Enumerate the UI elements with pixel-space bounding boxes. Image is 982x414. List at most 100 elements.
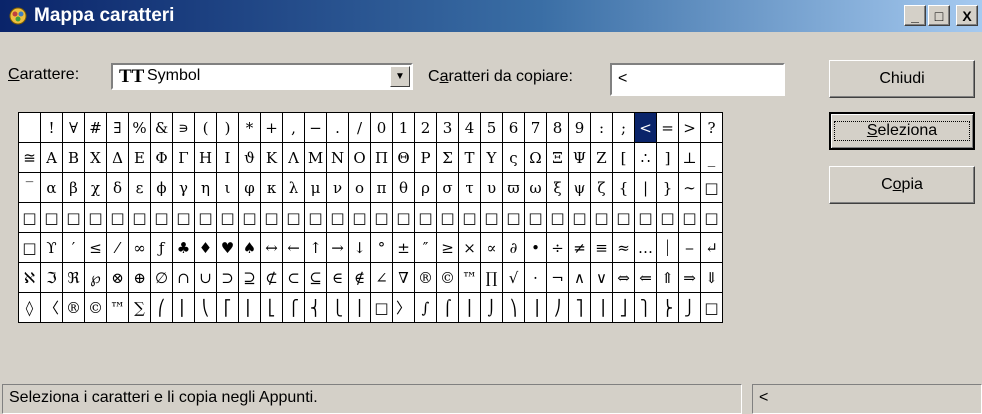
char-cell[interactable]: □: [283, 203, 305, 233]
char-cell[interactable]: λ: [283, 173, 305, 203]
char-cell[interactable]: _: [701, 143, 723, 173]
char-cell[interactable]: α: [41, 173, 63, 203]
char-cell[interactable]: ∧: [569, 263, 591, 293]
char-cell[interactable]: ζ: [591, 173, 613, 203]
char-cell[interactable]: ∩: [173, 263, 195, 293]
char-cell[interactable]: Κ: [261, 143, 283, 173]
char-cell[interactable]: □: [371, 293, 393, 323]
char-cell[interactable]: ‾: [19, 173, 41, 203]
char-cell[interactable]: ƒ: [151, 233, 173, 263]
char-cell[interactable]: 1: [393, 113, 415, 143]
char-cell[interactable]: ′: [63, 233, 85, 263]
char-cell[interactable]: ≤: [85, 233, 107, 263]
char-cell[interactable]: □: [701, 173, 723, 203]
char-cell[interactable]: τ: [459, 173, 481, 203]
char-cell[interactable]: ℑ: [41, 263, 63, 293]
char-cell[interactable]: 8: [547, 113, 569, 143]
char-cell[interactable]: ⌡: [481, 293, 503, 323]
char-cell[interactable]: □: [459, 203, 481, 233]
char-cell[interactable]: 9: [569, 113, 591, 143]
char-cell[interactable]: □: [657, 203, 679, 233]
char-cell[interactable]: {: [613, 173, 635, 203]
char-cell[interactable]: [19, 113, 41, 143]
char-cell[interactable]: □: [525, 203, 547, 233]
char-cell[interactable]: ⎩: [327, 293, 349, 323]
char-cell[interactable]: 6: [503, 113, 525, 143]
char-cell[interactable]: ⇒: [679, 263, 701, 293]
char-cell[interactable]: <: [635, 113, 657, 143]
char-cell[interactable]: ⎫: [635, 293, 657, 323]
char-cell[interactable]: √: [503, 263, 525, 293]
char-cell[interactable]: ♣: [173, 233, 195, 263]
char-cell[interactable]: σ: [437, 173, 459, 203]
char-cell[interactable]: ⁄: [107, 233, 129, 263]
char-cell[interactable]: □: [371, 203, 393, 233]
char-cell[interactable]: □: [239, 203, 261, 233]
char-cell[interactable]: ⎥: [591, 293, 613, 323]
char-cell[interactable]: ∍: [173, 113, 195, 143]
char-cell[interactable]: χ: [85, 173, 107, 203]
char-cell[interactable]: ϖ: [503, 173, 525, 203]
char-cell[interactable]: ⊃: [217, 263, 239, 293]
char-cell[interactable]: ≈: [613, 233, 635, 263]
char-cell[interactable]: ♦: [195, 233, 217, 263]
char-cell[interactable]: μ: [305, 173, 327, 203]
char-cell[interactable]: Τ: [459, 143, 481, 173]
char-cell[interactable]: (: [195, 113, 217, 143]
char-cell[interactable]: ρ: [415, 173, 437, 203]
char-cell[interactable]: □: [437, 203, 459, 233]
char-cell[interactable]: [: [613, 143, 635, 173]
char-cell[interactable]: ⎧: [283, 293, 305, 323]
char-cell[interactable]: ϒ: [41, 233, 63, 263]
char-cell[interactable]: Β: [63, 143, 85, 173]
char-cell[interactable]: π: [371, 173, 393, 203]
char-cell[interactable]: ⊂: [283, 263, 305, 293]
char-cell[interactable]: 〈: [41, 293, 63, 323]
char-cell[interactable]: ⎪: [349, 293, 371, 323]
char-cell[interactable]: ⎛: [151, 293, 173, 323]
char-cell[interactable]: □: [305, 203, 327, 233]
char-cell[interactable]: Μ: [305, 143, 327, 173]
char-cell[interactable]: □: [481, 203, 503, 233]
char-cell[interactable]: .: [327, 113, 349, 143]
minimize-button[interactable]: _: [904, 5, 926, 26]
char-cell[interactable]: □: [635, 203, 657, 233]
char-cell[interactable]: ±: [393, 233, 415, 263]
char-cell[interactable]: ∈: [327, 263, 349, 293]
char-cell[interactable]: ×: [459, 233, 481, 263]
char-cell[interactable]: □: [63, 203, 85, 233]
char-cell[interactable]: □: [327, 203, 349, 233]
char-cell[interactable]: Φ: [151, 143, 173, 173]
char-cell[interactable]: ≠: [569, 233, 591, 263]
char-cell[interactable]: ]: [657, 143, 679, 173]
char-cell[interactable]: ∏: [481, 263, 503, 293]
close-button[interactable]: Chiudi: [829, 60, 975, 98]
char-cell[interactable]: ⎠: [547, 293, 569, 323]
font-select[interactable]: TT Symbol ▼: [111, 63, 413, 90]
char-cell[interactable]: ξ: [547, 173, 569, 203]
char-cell[interactable]: ♥: [217, 233, 239, 263]
char-cell[interactable]: ∇: [393, 263, 415, 293]
char-cell[interactable]: Η: [195, 143, 217, 173]
char-cell[interactable]: □: [85, 203, 107, 233]
char-cell[interactable]: □: [261, 203, 283, 233]
char-cell[interactable]: □: [393, 203, 415, 233]
char-cell[interactable]: ∠: [371, 263, 393, 293]
char-cell[interactable]: □: [19, 203, 41, 233]
char-cell[interactable]: □: [41, 203, 63, 233]
char-cell[interactable]: /: [349, 113, 371, 143]
font-dropdown-button[interactable]: ▼: [390, 66, 410, 87]
copy-button[interactable]: Copia: [829, 166, 975, 204]
char-cell[interactable]: Δ: [107, 143, 129, 173]
char-cell[interactable]: ℵ: [19, 263, 41, 293]
char-cell[interactable]: ◊: [19, 293, 41, 323]
char-cell[interactable]: Ξ: [547, 143, 569, 173]
char-cell[interactable]: ∫: [415, 293, 437, 323]
char-cell[interactable]: %: [129, 113, 151, 143]
char-cell[interactable]: ®: [415, 263, 437, 293]
char-cell[interactable]: γ: [173, 173, 195, 203]
char-cell[interactable]: □: [415, 203, 437, 233]
char-cell[interactable]: =: [657, 113, 679, 143]
char-cell[interactable]: Ω: [525, 143, 547, 173]
char-cell[interactable]: ↑: [305, 233, 327, 263]
